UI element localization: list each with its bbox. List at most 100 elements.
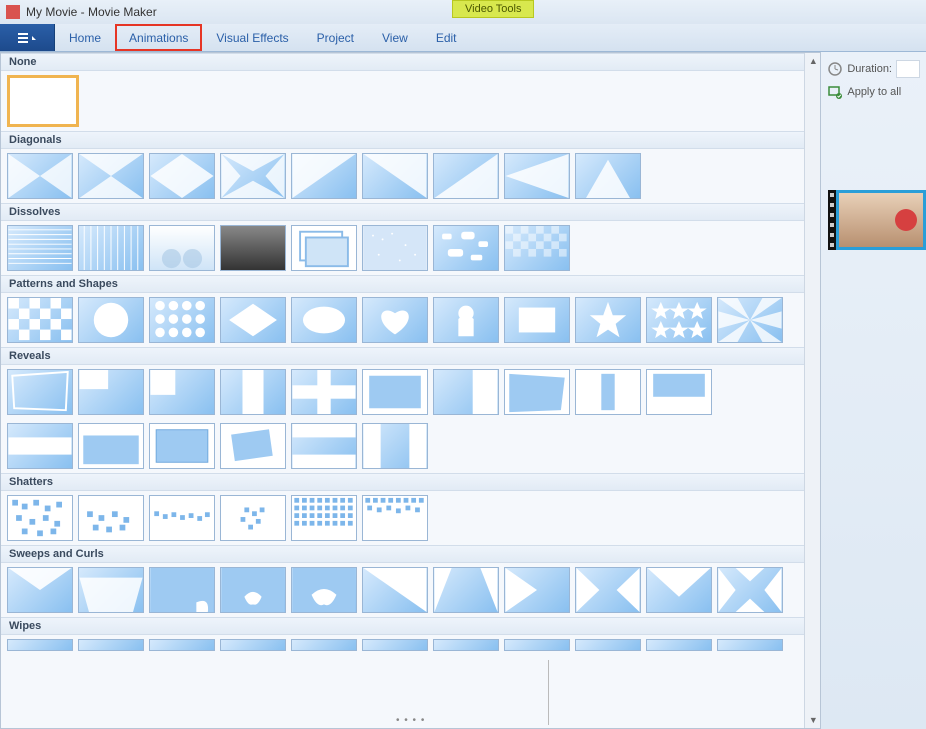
transition-diagonal[interactable] [220,153,286,199]
transition-reveal[interactable] [504,369,570,415]
tab-home[interactable]: Home [55,24,115,51]
transition-pattern[interactable] [575,297,641,343]
transition-pattern[interactable] [7,297,73,343]
tab-view[interactable]: View [368,24,422,51]
transition-pattern[interactable] [433,297,499,343]
transition-diagonal[interactable] [504,153,570,199]
transition-wipe[interactable] [149,639,215,651]
transition-diagonal[interactable] [291,153,357,199]
transition-sweep[interactable] [504,567,570,613]
transition-diagonal[interactable] [7,153,73,199]
transition-reveal[interactable] [291,423,357,469]
transition-dissolve[interactable] [433,225,499,271]
clock-icon [827,61,843,77]
transition-pattern[interactable] [78,297,144,343]
transition-shatter[interactable] [78,495,144,541]
tab-animations[interactable]: Animations [115,24,202,51]
transition-wipe[interactable] [433,639,499,651]
transition-diagonal[interactable] [362,153,428,199]
transition-reveal[interactable] [149,423,215,469]
timeline-clip[interactable] [836,190,926,250]
transition-pattern[interactable] [504,297,570,343]
transition-reveal[interactable] [433,369,499,415]
transition-reveal[interactable] [646,369,712,415]
window-title: My Movie - Movie Maker [26,5,157,19]
transition-wipe[interactable] [362,639,428,651]
transition-shatter[interactable] [362,495,428,541]
transition-pattern[interactable] [362,297,428,343]
transition-sweep[interactable] [149,567,215,613]
tab-edit[interactable]: Edit [422,24,471,51]
transition-sweep[interactable] [220,567,286,613]
transition-pattern[interactable] [149,297,215,343]
transition-sweep[interactable] [291,567,357,613]
apply-all-label: Apply to all [847,86,901,98]
transition-shatter[interactable] [220,495,286,541]
transition-reveal[interactable] [362,423,428,469]
scroll-up-icon[interactable]: ▲ [805,53,821,69]
tab-visual-effects[interactable]: Visual Effects [202,24,302,51]
transition-sweep[interactable] [646,567,712,613]
scroll-down-icon[interactable]: ▼ [805,712,821,728]
transition-shatter[interactable] [149,495,215,541]
transition-dissolve[interactable] [291,225,357,271]
transition-wipe[interactable] [220,639,286,651]
transition-pattern[interactable] [220,297,286,343]
transition-pattern[interactable] [291,297,357,343]
transition-reveal[interactable] [78,423,144,469]
transition-sweep[interactable] [433,567,499,613]
transition-wipe[interactable] [646,639,712,651]
transition-wipe[interactable] [291,639,357,651]
transition-wipe[interactable] [504,639,570,651]
transition-reveal[interactable] [220,369,286,415]
apply-to-all-button[interactable]: Apply to all [827,84,920,100]
file-menu-button[interactable] [0,24,55,51]
transition-diagonal[interactable] [575,153,641,199]
transition-wipe[interactable] [78,639,144,651]
transition-dissolve[interactable] [362,225,428,271]
transition-wipe[interactable] [717,639,783,651]
transition-dissolve[interactable] [149,225,215,271]
transition-wipe[interactable] [7,639,73,651]
transition-reveal[interactable] [575,369,641,415]
transition-none[interactable] [7,75,79,127]
transition-wipe[interactable] [575,639,641,651]
category-patterns: Patterns and Shapes [1,275,804,293]
transition-reveal[interactable] [362,369,428,415]
transition-sweep[interactable] [717,567,783,613]
transition-diagonal[interactable] [433,153,499,199]
resize-handle-icon[interactable]: • • • • [396,715,425,726]
transition-reveal[interactable] [78,369,144,415]
transition-reveal[interactable] [7,369,73,415]
duration-input[interactable] [896,60,920,78]
transition-reveal[interactable] [149,369,215,415]
transition-shatter[interactable] [291,495,357,541]
transition-dissolve[interactable] [220,225,286,271]
transition-diagonal[interactable] [78,153,144,199]
transition-reveal[interactable] [291,369,357,415]
category-diagonals: Diagonals [1,131,804,149]
ribbon-tabs: Home Animations Visual Effects Project V… [0,24,926,52]
tab-project[interactable]: Project [303,24,368,51]
transition-sweep[interactable] [575,567,641,613]
transition-shatter[interactable] [7,495,73,541]
category-sweeps: Sweeps and Curls [1,545,804,563]
transition-dissolve[interactable] [504,225,570,271]
category-dissolves: Dissolves [1,203,804,221]
transition-reveal[interactable] [220,423,286,469]
category-reveals: Reveals [1,347,804,365]
transition-dissolve[interactable] [7,225,73,271]
transition-reveal[interactable] [7,423,73,469]
transition-dissolve[interactable] [78,225,144,271]
contextual-tab-label: Video Tools [452,0,534,18]
transition-sweep[interactable] [78,567,144,613]
transition-pattern[interactable] [646,297,712,343]
transition-pattern[interactable] [717,297,783,343]
transition-sweep[interactable] [362,567,428,613]
transition-diagonal[interactable] [149,153,215,199]
gallery-scrollbar[interactable]: ▲ ▼ [804,53,820,728]
transition-sweep[interactable] [7,567,73,613]
app-icon [6,5,20,19]
splitter[interactable] [548,660,549,725]
apply-all-icon [827,84,843,100]
